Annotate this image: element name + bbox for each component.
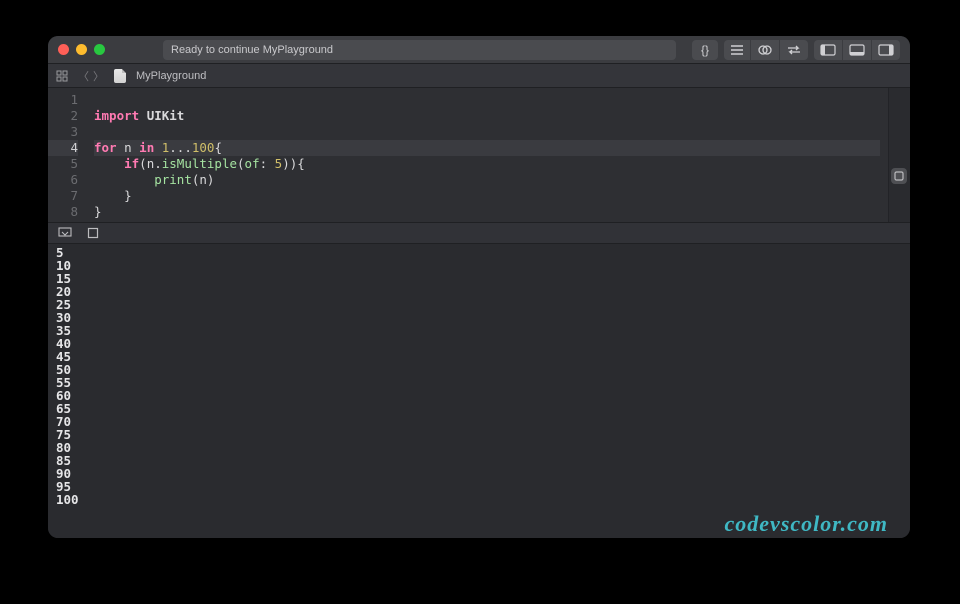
close-window-button[interactable] — [58, 44, 69, 55]
console-line: 5 — [56, 246, 902, 259]
bottom-panel-icon — [849, 44, 865, 56]
quick-look-icon[interactable] — [891, 168, 907, 184]
line-gutter: 12345678 — [48, 88, 86, 222]
right-panel-icon — [878, 44, 894, 56]
version-editor-button[interactable] — [779, 40, 808, 60]
minimize-window-button[interactable] — [76, 44, 87, 55]
file-icon — [114, 69, 126, 83]
braces-icon: {} — [701, 43, 709, 57]
toggle-debug-button[interactable] — [842, 40, 871, 60]
code-line[interactable]: if(n.isMultiple(of: 5)){ — [94, 156, 880, 172]
code-line[interactable]: } — [94, 204, 880, 220]
code-line[interactable]: import UIKit — [94, 108, 880, 124]
console-line: 20 — [56, 285, 902, 298]
code-line[interactable]: } — [94, 188, 880, 204]
related-items-icon[interactable] — [56, 70, 68, 82]
assistant-editor-button[interactable] — [750, 40, 779, 60]
console-output[interactable]: 5101520253035404550556065707580859095100… — [48, 244, 910, 538]
toggle-inspector-button[interactable] — [871, 40, 900, 60]
code-editor[interactable]: 12345678 import UIKit for n in 1...100{ i… — [48, 88, 910, 222]
toggle-navigator-button[interactable] — [814, 40, 842, 60]
console-line: 35 — [56, 324, 902, 337]
activity-status-bar: Ready to continue MyPlayground — [163, 40, 676, 60]
console-line: 50 — [56, 363, 902, 376]
line-number: 4 — [48, 140, 78, 156]
line-number: 1 — [48, 92, 78, 108]
status-text: Ready to continue MyPlayground — [171, 44, 333, 56]
code-line[interactable] — [94, 124, 880, 140]
console-line: 90 — [56, 467, 902, 480]
console-line: 30 — [56, 311, 902, 324]
titlebar: Ready to continue MyPlayground {} — [48, 36, 910, 64]
xcode-playground-window: Ready to continue MyPlayground {} — [48, 36, 910, 538]
clear-console-button[interactable] — [86, 227, 100, 239]
lines-icon — [730, 45, 744, 55]
watermark-text: codevscolor.com — [725, 517, 888, 530]
console-line: 75 — [56, 428, 902, 441]
traffic-lights — [58, 44, 105, 55]
console-line: 45 — [56, 350, 902, 363]
code-line[interactable]: print(n) — [94, 172, 880, 188]
line-number: 2 — [48, 108, 78, 124]
zoom-window-button[interactable] — [94, 44, 105, 55]
standard-editor-button[interactable] — [724, 40, 750, 60]
console-line: 80 — [56, 441, 902, 454]
console-line: 85 — [56, 454, 902, 467]
file-name-label[interactable]: MyPlayground — [136, 70, 206, 82]
toolbar-right: {} — [692, 40, 900, 60]
line-number: 5 — [48, 156, 78, 172]
editor-mode-segment — [724, 40, 808, 60]
code-line[interactable] — [94, 92, 880, 108]
line-number: 6 — [48, 172, 78, 188]
back-button[interactable]: 〈 — [78, 68, 89, 84]
console-line: 60 — [56, 389, 902, 402]
output-filter-button[interactable] — [58, 227, 72, 239]
console-line: 40 — [56, 337, 902, 350]
overlap-circles-icon — [757, 44, 773, 56]
debug-bar — [48, 222, 910, 244]
jump-bar: 〈 〉 MyPlayground — [48, 64, 910, 88]
console-line: 70 — [56, 415, 902, 428]
console-line: 55 — [56, 376, 902, 389]
console-line: 65 — [56, 402, 902, 415]
history-nav: 〈 〉 — [78, 68, 104, 84]
line-number: 8 — [48, 204, 78, 220]
console-line: 25 — [56, 298, 902, 311]
arrows-icon — [786, 45, 802, 55]
console-line: 10 — [56, 259, 902, 272]
panel-toggle-segment — [814, 40, 900, 60]
results-sidebar — [888, 88, 910, 222]
line-number: 7 — [48, 188, 78, 204]
library-button[interactable]: {} — [692, 40, 718, 60]
line-number: 3 — [48, 124, 78, 140]
console-line: 100 — [56, 493, 902, 506]
forward-button[interactable]: 〉 — [93, 68, 104, 84]
code-line[interactable]: for n in 1...100{ — [94, 140, 880, 156]
console-line: 95 — [56, 480, 902, 493]
code-area[interactable]: import UIKit for n in 1...100{ if(n.isMul… — [86, 88, 888, 222]
left-panel-icon — [820, 44, 836, 56]
console-line: 15 — [56, 272, 902, 285]
